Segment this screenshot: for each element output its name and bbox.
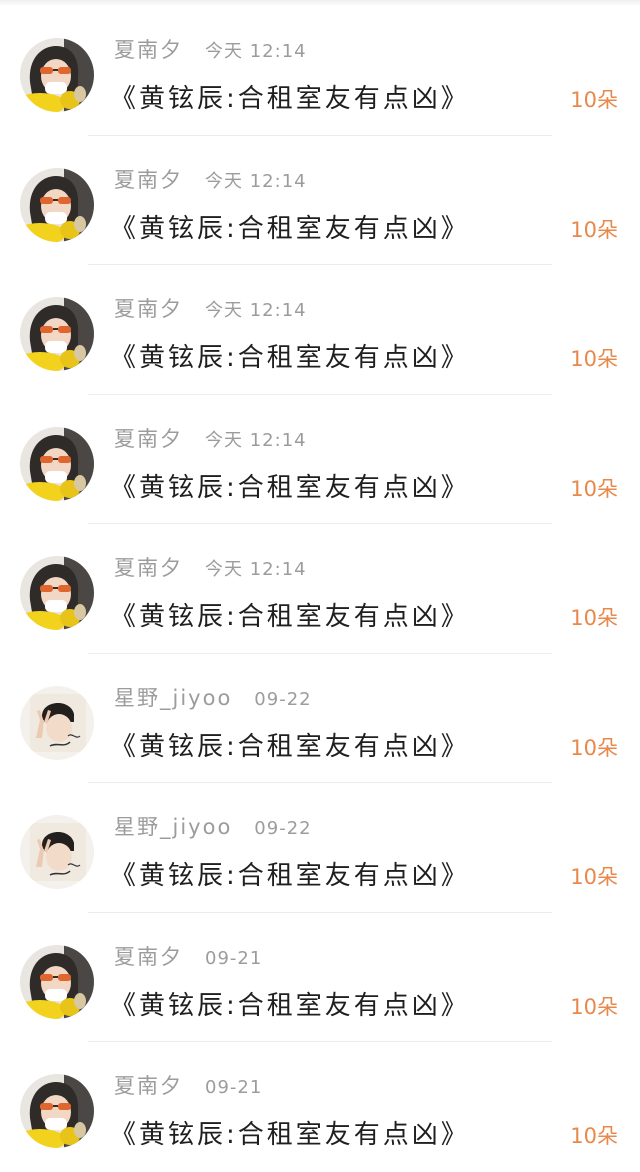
avatar[interactable]: [20, 297, 94, 371]
book-title[interactable]: 《黄铉辰:合租室友有点凶》: [110, 1118, 470, 1152]
username[interactable]: 星野_jiyoo: [114, 815, 232, 839]
username[interactable]: 夏南夕: [114, 556, 183, 580]
timestamp: 今天 12:14: [205, 559, 307, 580]
timestamp: 09-22: [254, 688, 312, 710]
avatar[interactable]: [20, 556, 94, 630]
avatar[interactable]: [20, 38, 94, 112]
list-item[interactable]: 夏南夕 09-21 《黄铉辰:合租室友有点凶》 10朵: [0, 913, 640, 1042]
gift-count: 10朵: [570, 217, 618, 242]
avatar[interactable]: [20, 426, 94, 501]
username[interactable]: 星野_jiyoo: [114, 686, 232, 710]
gift-count: 10朵: [570, 994, 618, 1019]
comment-meta: 星野_jiyoo 09-22: [114, 813, 312, 841]
timestamp: 今天 12:14: [205, 300, 307, 321]
list-item[interactable]: 夏南夕 今天 12:14 《黄铉辰:合租室友有点凶》 10朵: [0, 524, 640, 654]
girl-sunglasses-avatar-icon: [20, 426, 94, 501]
book-title[interactable]: 《黄铉辰:合租室友有点凶》: [110, 82, 470, 116]
username[interactable]: 夏南夕: [114, 945, 183, 969]
avatar[interactable]: [20, 685, 94, 760]
list-item[interactable]: 星野_jiyoo 09-22 《黄铉辰:合租室友有点凶》 10朵: [0, 654, 640, 783]
avatar[interactable]: [20, 815, 94, 889]
list-item[interactable]: 星野_jiyoo 09-22 《黄铉辰:合租室友有点凶》 10朵: [0, 783, 640, 913]
girl-sunglasses-avatar-icon: [20, 167, 94, 242]
avatar[interactable]: [20, 1074, 94, 1148]
boy-peace-sign-avatar-icon: [20, 685, 94, 760]
gift-count: 10朵: [570, 347, 618, 371]
timestamp: 今天 12:14: [205, 41, 307, 62]
avatar[interactable]: [20, 944, 94, 1019]
timestamp: 今天 12:14: [205, 429, 307, 451]
username[interactable]: 夏南夕: [114, 1074, 183, 1098]
avatar[interactable]: [20, 167, 94, 242]
comment-meta: 夏南夕 今天 12:14: [114, 36, 307, 64]
list-item[interactable]: 夏南夕 09-21 《黄铉辰:合租室友有点凶》 10朵: [0, 1042, 640, 1172]
book-title[interactable]: 《黄铉辰:合租室友有点凶》: [110, 212, 470, 246]
comment-meta: 星野_jiyoo 09-22: [114, 684, 312, 712]
comment-meta: 夏南夕 今天 12:14: [114, 295, 307, 323]
gift-count: 10朵: [570, 476, 618, 501]
list-item[interactable]: 夏南夕 今天 12:14 《黄铉辰:合租室友有点凶》 10朵: [0, 265, 640, 395]
comment-meta: 夏南夕 今天 12:14: [114, 554, 307, 582]
gift-count: 10朵: [570, 735, 618, 760]
list-item[interactable]: 夏南夕 今天 12:14 《黄铉辰:合租室友有点凶》 10朵: [0, 6, 640, 136]
gift-count: 10朵: [570, 865, 618, 889]
girl-sunglasses-avatar-icon: [20, 944, 94, 1019]
book-title[interactable]: 《黄铉辰:合租室友有点凶》: [110, 730, 470, 764]
gift-count: 10朵: [570, 88, 618, 112]
timestamp: 09-21: [205, 1077, 263, 1098]
comment-meta: 夏南夕 今天 12:14: [114, 425, 307, 453]
girl-sunglasses-avatar-icon: [20, 556, 94, 630]
book-title[interactable]: 《黄铉辰:合租室友有点凶》: [110, 471, 470, 505]
book-title[interactable]: 《黄铉辰:合租室友有点凶》: [110, 859, 470, 893]
gift-count: 10朵: [570, 1124, 618, 1148]
list-item[interactable]: 夏南夕 今天 12:14 《黄铉辰:合租室友有点凶》 10朵: [0, 395, 640, 524]
timestamp: 09-21: [205, 947, 263, 969]
girl-sunglasses-avatar-icon: [20, 1074, 94, 1148]
girl-sunglasses-avatar-icon: [20, 38, 94, 112]
boy-peace-sign-avatar-icon: [20, 815, 94, 889]
username[interactable]: 夏南夕: [114, 38, 183, 62]
book-title[interactable]: 《黄铉辰:合租室友有点凶》: [110, 341, 470, 375]
timestamp: 今天 12:14: [205, 170, 307, 192]
username[interactable]: 夏南夕: [114, 168, 183, 192]
comment-meta: 夏南夕 09-21: [114, 943, 262, 971]
book-title[interactable]: 《黄铉辰:合租室友有点凶》: [110, 989, 470, 1023]
comment-meta: 夏南夕 09-21: [114, 1072, 262, 1100]
list-item[interactable]: 夏南夕 今天 12:14 《黄铉辰:合租室友有点凶》 10朵: [0, 136, 640, 265]
timestamp: 09-22: [254, 818, 312, 839]
gift-count: 10朵: [570, 606, 618, 630]
girl-sunglasses-avatar-icon: [20, 297, 94, 371]
book-title[interactable]: 《黄铉辰:合租室友有点凶》: [110, 600, 470, 634]
username[interactable]: 夏南夕: [114, 427, 183, 451]
username[interactable]: 夏南夕: [114, 297, 183, 321]
comment-meta: 夏南夕 今天 12:14: [114, 166, 307, 194]
gift-comment-list[interactable]: 夏南夕今天 12:14 《黄铉辰:合租室友有点凶》 10朵 夏南夕今天 12: [0, 6, 640, 1172]
